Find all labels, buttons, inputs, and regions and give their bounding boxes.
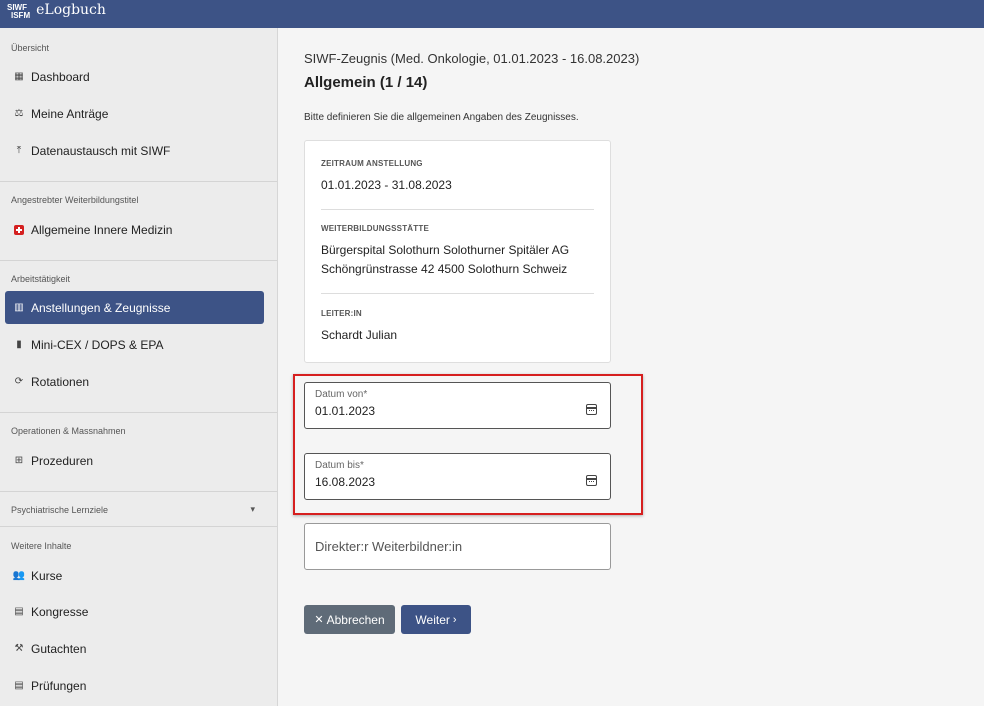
- site-line-2: Schöngrünstrasse 42 4500 Solothurn Schwe…: [321, 262, 568, 276]
- table-icon: ▦: [14, 71, 24, 82]
- sidebar-item-exams[interactable]: ▤ Prüfungen: [5, 669, 264, 702]
- sidebar-item-data-exchange[interactable]: ⤒ Datenaustausch mit SIWF: [5, 134, 264, 167]
- upload-icon: ⤒: [16, 145, 22, 156]
- section-title-work: Arbeitstätigkeit: [11, 274, 71, 284]
- close-icon: ✕: [314, 614, 327, 626]
- date-to-value[interactable]: 16.08.2023: [315, 475, 375, 489]
- swiss-flag-icon: [12, 223, 26, 237]
- sidebar-item-label: Allgemeine Innere Medizin: [31, 222, 173, 237]
- sidebar-dropdown-psychiatric-goals[interactable]: Psychiatrische Lernziele ▾: [11, 504, 255, 515]
- date-to-field[interactable]: Datum bis* 16.08.2023: [304, 453, 611, 500]
- section-title-operations: Operationen & Massnahmen: [11, 426, 126, 436]
- sidebar-item-dashboard[interactable]: ▦ Dashboard: [5, 60, 264, 93]
- dropdown-label: Psychiatrische Lernziele: [11, 504, 109, 515]
- divider: [0, 260, 277, 261]
- divider: [0, 181, 277, 182]
- page-title: Allgemein (1 / 14): [304, 74, 428, 91]
- next-button[interactable]: Weiter ›: [401, 605, 471, 634]
- divider: [0, 491, 277, 492]
- rotate-icon: ⟳: [14, 376, 24, 387]
- date-from-label: Datum von*: [315, 389, 368, 400]
- siwf-logo-mark: SIWF ISFM: [7, 3, 31, 20]
- clipboard-list-icon: ▤: [14, 680, 24, 691]
- stamp-icon: ⚖: [14, 108, 24, 119]
- site-label: WEITERBILDUNGSSTÄTTE: [321, 224, 429, 233]
- section-title-overview: Übersicht: [11, 43, 50, 53]
- top-bar: SIWF ISFM eLogbuch: [0, 0, 984, 28]
- sidebar-item-internal-medicine[interactable]: Allgemeine Innere Medizin: [5, 213, 264, 246]
- head-label: LEITER:IN: [321, 309, 362, 318]
- gavel-icon: ⚒: [14, 643, 24, 654]
- section-title-training: Angestrebter Weiterbildungstitel: [11, 195, 139, 205]
- clipboard-icon: ▮: [16, 339, 22, 350]
- sidebar-item-label: Meine Anträge: [31, 106, 109, 121]
- calendar-icon[interactable]: [586, 404, 597, 415]
- date-to-label: Datum bis*: [315, 460, 364, 471]
- sidebar-item-label: Rotationen: [31, 374, 90, 389]
- sidebar-item-label: Kurse: [31, 568, 63, 583]
- sidebar-item-employments[interactable]: ▥ Anstellungen & Zeugnisse: [5, 291, 264, 324]
- divider: [321, 209, 594, 210]
- trainer-field[interactable]: [304, 523, 611, 570]
- date-from-field[interactable]: Datum von* 01.01.2023: [304, 382, 611, 429]
- next-button-label: Weiter: [415, 612, 450, 627]
- sidebar: Übersicht ▦ Dashboard ⚖ Meine Anträge ⤒ …: [0, 28, 278, 706]
- main-content: SIWF-Zeugnis (Med. Onkologie, 01.01.2023…: [279, 28, 984, 706]
- divider: [0, 526, 277, 527]
- date-from-value[interactable]: 01.01.2023: [315, 404, 375, 418]
- divider: [0, 412, 277, 413]
- divider: [321, 293, 594, 294]
- sidebar-item-label: Kongresse: [31, 604, 89, 619]
- users-icon: 👥: [12, 570, 26, 581]
- calendar-icon: ▤: [14, 606, 24, 617]
- period-label: ZEITRAUM ANSTELLUNG: [321, 159, 423, 168]
- chevron-right-icon: ›: [449, 613, 457, 626]
- calendar-icon[interactable]: [586, 475, 597, 486]
- cancel-button[interactable]: ✕ Abbrechen: [304, 605, 395, 634]
- sidebar-item-congresses[interactable]: ▤ Kongresse: [5, 595, 264, 628]
- trainer-input[interactable]: [315, 539, 595, 554]
- sidebar-item-label: Prüfungen: [31, 678, 87, 693]
- intro-text: Bitte definieren Sie die allgemeinen Ang…: [304, 112, 579, 123]
- employment-info-card: ZEITRAUM ANSTELLUNG 01.01.2023 - 31.08.2…: [304, 140, 611, 363]
- caret-down-icon: ▾: [250, 504, 255, 514]
- sidebar-item-label: Gutachten: [31, 641, 87, 656]
- head-value: Schardt Julian: [321, 328, 398, 342]
- sidebar-item-courses[interactable]: 👥 Kurse: [5, 559, 264, 592]
- period-value: 01.01.2023 - 31.08.2023: [321, 178, 452, 192]
- sidebar-item-procedures[interactable]: ⊞ Prozeduren: [5, 444, 264, 477]
- cancel-button-label: Abbrechen: [326, 612, 385, 627]
- app-logo[interactable]: SIWF ISFM eLogbuch: [7, 0, 106, 28]
- sidebar-item-label: Mini-CEX / DOPS & EPA: [31, 337, 164, 352]
- sidebar-item-applications[interactable]: ⚖ Meine Anträge: [5, 97, 264, 130]
- sidebar-item-rotations[interactable]: ⟳ Rotationen: [5, 365, 264, 398]
- site-line-1: Bürgerspital Solothurn Solothurner Spitä…: [321, 243, 570, 257]
- plus-square-icon: ⊞: [14, 455, 24, 466]
- building-icon: ▥: [14, 302, 24, 313]
- sidebar-item-label: Dashboard: [31, 69, 90, 84]
- sidebar-item-label: Prozeduren: [31, 453, 94, 468]
- app-title: eLogbuch: [36, 2, 106, 18]
- sidebar-item-expertises[interactable]: ⚒ Gutachten: [5, 632, 264, 665]
- page-subtitle: SIWF-Zeugnis (Med. Onkologie, 01.01.2023…: [304, 51, 640, 66]
- sidebar-item-label: Anstellungen & Zeugnisse: [31, 300, 171, 315]
- sidebar-item-minicex[interactable]: ▮ Mini-CEX / DOPS & EPA: [5, 328, 264, 361]
- sidebar-item-label: Datenaustausch mit SIWF: [31, 143, 171, 158]
- section-title-further: Weitere Inhalte: [11, 541, 72, 551]
